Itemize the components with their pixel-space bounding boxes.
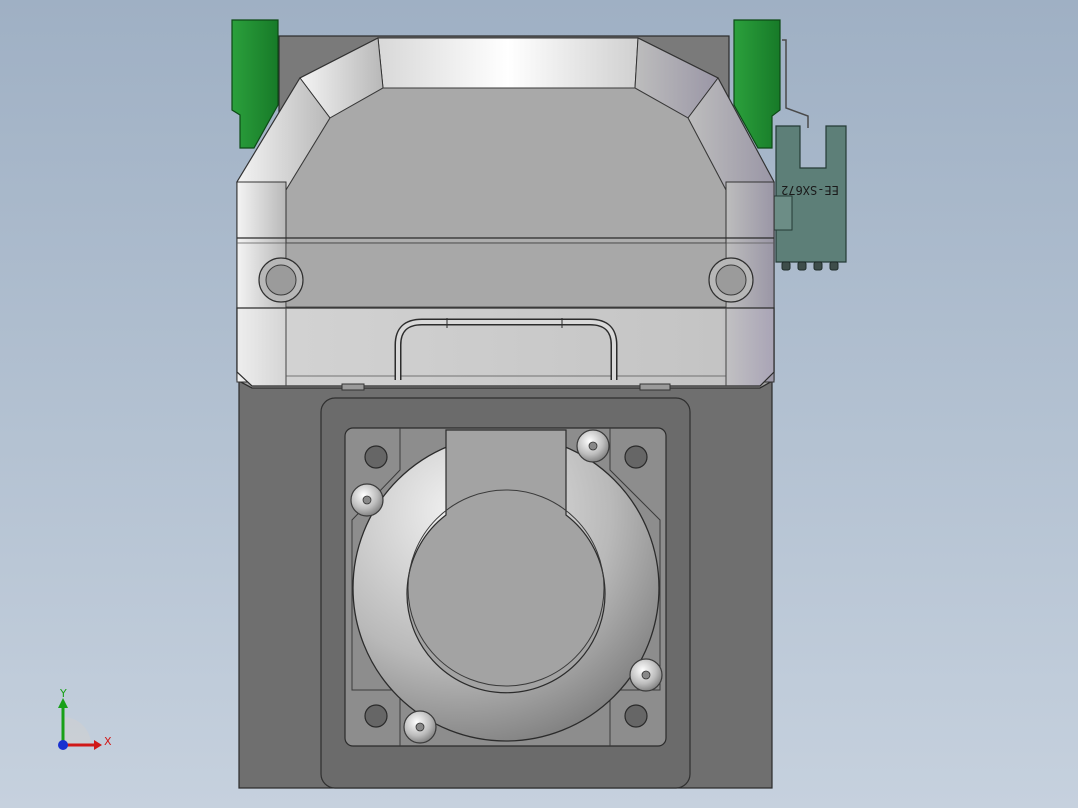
mount-hole-top-left: [364, 445, 388, 469]
triad-x-arrow: [94, 740, 102, 750]
axis-triad: X Y: [58, 687, 112, 750]
triad-y-label: Y: [59, 687, 67, 700]
cad-viewport[interactable]: EE-SX672 X Y: [0, 0, 1078, 808]
housing-front-face: [285, 87, 727, 239]
access-hole-left[interactable]: [258, 257, 304, 303]
gripper-housing[interactable]: [236, 37, 775, 391]
mount-hole-bottom-right: [624, 704, 648, 728]
screw-right[interactable]: [629, 658, 663, 692]
housing-middle-band: [285, 242, 727, 308]
triad-origin: [58, 740, 68, 750]
sensor-part-label: EE-SX672: [781, 183, 839, 197]
screw-left[interactable]: [350, 483, 384, 517]
triad-x-label: X: [104, 735, 112, 748]
top-bumper: [377, 37, 639, 89]
sensor-lead-wire: [782, 39, 809, 128]
sensor-mount-tab: [771, 195, 793, 231]
mount-hole-bottom-left: [364, 704, 388, 728]
access-hole-right[interactable]: [708, 257, 754, 303]
screw-bottom-left[interactable]: [403, 710, 437, 744]
base-block[interactable]: [238, 381, 773, 789]
housing-foot-left: [341, 383, 365, 391]
mount-hole-top-right: [624, 445, 648, 469]
housing-foot-right: [639, 383, 671, 391]
screw-top-right[interactable]: [576, 429, 610, 463]
triad-z-disc: [63, 717, 91, 745]
sensor-pins: [781, 261, 839, 271]
photo-sensor[interactable]: EE-SX672: [771, 39, 847, 271]
